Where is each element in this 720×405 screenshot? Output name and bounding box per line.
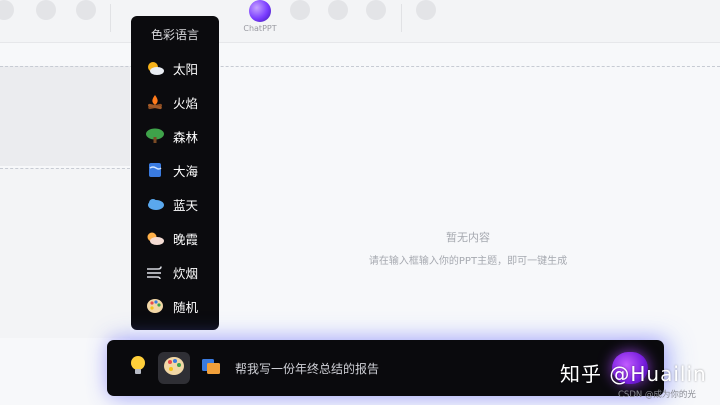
color-language-menu: 色彩语言 太阳 火焰 森林 大海 蓝天 晚霞 炊烟 随机 — [131, 16, 219, 330]
slide-list-panel — [0, 168, 130, 338]
toolbar-tool-icon[interactable] — [366, 0, 386, 20]
empty-state-title: 暂无内容 — [446, 231, 490, 244]
toolbar-tool-icon[interactable] — [328, 0, 348, 20]
watermark-csdn: CSDN @成为你的光 — [618, 390, 696, 400]
sun-behind-cloud-icon — [145, 60, 165, 76]
sunset-cloud-icon — [145, 230, 165, 246]
menu-item-random[interactable]: 随机 — [145, 293, 215, 319]
menu-item-sunset[interactable]: 晚霞 — [145, 225, 215, 251]
menu-item-flame[interactable]: 火焰 — [145, 89, 215, 115]
canvas-guide-line — [0, 66, 720, 67]
tree-icon — [145, 128, 165, 144]
prompt-input[interactable] — [235, 358, 535, 378]
chatppt-icon[interactable] — [249, 0, 271, 22]
wave-scroll-icon — [145, 162, 165, 178]
menu-item-forest[interactable]: 森林 — [145, 123, 215, 149]
slide-thumbnail[interactable] — [0, 66, 130, 166]
menu-title: 色彩语言 — [150, 28, 199, 42]
menu-item-sun[interactable]: 太阳 — [145, 55, 215, 81]
palette-icon — [145, 298, 165, 314]
top-toolbar: ChatPPT — [0, 0, 720, 43]
toolbar-tool-icon[interactable] — [416, 0, 436, 20]
idea-bulb-button[interactable] — [122, 352, 154, 384]
chatppt-label: ChatPPT — [243, 24, 277, 33]
canvas-guide-line — [0, 168, 130, 169]
palette-icon — [163, 356, 185, 380]
menu-item-smoke[interactable]: 炊烟 — [145, 259, 215, 285]
toolbar-divider — [110, 4, 111, 32]
toolbar-tool-icon[interactable] — [290, 0, 310, 20]
color-palette-button[interactable] — [158, 352, 190, 384]
menu-item-sky[interactable]: 蓝天 — [145, 191, 215, 217]
watermark-zhihu: 知乎 @Huailin — [560, 362, 707, 386]
toolbar-tool-icon[interactable] — [76, 0, 96, 20]
toolbar-divider — [401, 4, 402, 32]
empty-state-hint: 请在输入框输入你的PPT主题，即可一键生成 — [368, 256, 568, 267]
lightbulb-icon — [129, 355, 147, 381]
menu-item-sea[interactable]: 大海 — [145, 157, 215, 183]
template-button[interactable] — [195, 352, 227, 384]
toolbar-tool-icon[interactable] — [36, 0, 56, 20]
template-cards-icon — [200, 356, 222, 380]
wind-icon — [145, 264, 165, 280]
campfire-icon — [145, 94, 165, 110]
toolbar-tool-icon[interactable] — [0, 0, 14, 20]
cloud-icon — [145, 196, 165, 212]
